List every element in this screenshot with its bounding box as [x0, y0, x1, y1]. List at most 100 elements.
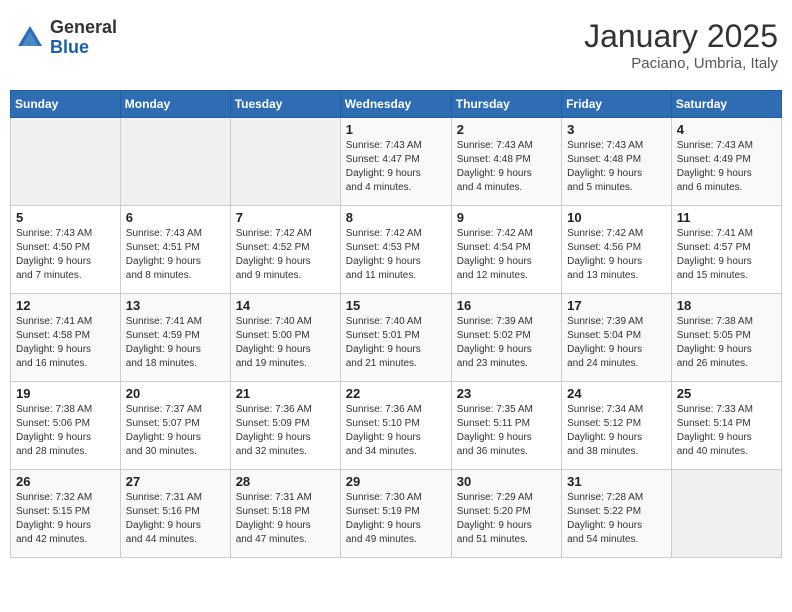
day-number: 22 — [346, 386, 446, 401]
day-number: 25 — [677, 386, 776, 401]
logo-blue-text: Blue — [50, 38, 117, 58]
day-info: Sunrise: 7:40 AM Sunset: 5:00 PM Dayligh… — [236, 315, 335, 371]
logo-text: General Blue — [50, 18, 117, 58]
weekday-header-friday: Friday — [562, 91, 672, 118]
day-info: Sunrise: 7:42 AM Sunset: 4:52 PM Dayligh… — [236, 227, 335, 283]
calendar-day-cell: 22 Sunrise: 7:36 AM Sunset: 5:10 PM Dayli… — [340, 382, 451, 470]
day-info: Sunrise: 7:43 AM Sunset: 4:50 PM Dayligh… — [16, 227, 115, 283]
day-number: 3 — [567, 122, 666, 137]
day-number: 30 — [457, 474, 556, 489]
day-info: Sunrise: 7:42 AM Sunset: 4:53 PM Dayligh… — [346, 227, 446, 283]
calendar-day-cell: 14 Sunrise: 7:40 AM Sunset: 5:00 PM Dayli… — [230, 294, 340, 382]
weekday-header-saturday: Saturday — [671, 91, 781, 118]
day-info: Sunrise: 7:28 AM Sunset: 5:22 PM Dayligh… — [567, 491, 666, 547]
calendar-day-cell: 15 Sunrise: 7:40 AM Sunset: 5:01 PM Dayli… — [340, 294, 451, 382]
day-number: 11 — [677, 210, 776, 225]
day-info: Sunrise: 7:37 AM Sunset: 5:07 PM Dayligh… — [126, 403, 225, 459]
day-number: 1 — [346, 122, 446, 137]
calendar-week-row: 19 Sunrise: 7:38 AM Sunset: 5:06 PM Dayli… — [11, 382, 782, 470]
calendar-day-cell: 8Sunrise: 7:42 AM Sunset: 4:53 PM Daylig… — [340, 206, 451, 294]
day-info: Sunrise: 7:40 AM Sunset: 5:01 PM Dayligh… — [346, 315, 446, 371]
day-info: Sunrise: 7:36 AM Sunset: 5:10 PM Dayligh… — [346, 403, 446, 459]
calendar-day-cell: 31 Sunrise: 7:28 AM Sunset: 5:22 PM Dayli… — [562, 470, 672, 558]
day-info: Sunrise: 7:39 AM Sunset: 5:04 PM Dayligh… — [567, 315, 666, 371]
day-number: 15 — [346, 298, 446, 313]
day-number: 19 — [16, 386, 115, 401]
weekday-header-wednesday: Wednesday — [340, 91, 451, 118]
day-info: Sunrise: 7:43 AM Sunset: 4:47 PM Dayligh… — [346, 139, 446, 195]
calendar-table: SundayMondayTuesdayWednesdayThursdayFrid… — [10, 90, 782, 558]
calendar-day-cell: 27 Sunrise: 7:31 AM Sunset: 5:16 PM Dayli… — [120, 470, 230, 558]
day-number: 20 — [126, 386, 225, 401]
day-info: Sunrise: 7:41 AM Sunset: 4:57 PM Dayligh… — [677, 227, 776, 283]
day-info: Sunrise: 7:41 AM Sunset: 4:58 PM Dayligh… — [16, 315, 115, 371]
empty-day-cell — [230, 118, 340, 206]
day-info: Sunrise: 7:36 AM Sunset: 5:09 PM Dayligh… — [236, 403, 335, 459]
empty-day-cell — [120, 118, 230, 206]
day-info: Sunrise: 7:43 AM Sunset: 4:48 PM Dayligh… — [457, 139, 556, 195]
day-number: 17 — [567, 298, 666, 313]
calendar-day-cell: 9 Sunrise: 7:42 AM Sunset: 4:54 PM Daylig… — [451, 206, 561, 294]
empty-day-cell — [671, 470, 781, 558]
logo: General Blue — [14, 18, 117, 58]
calendar-day-cell: 24Sunrise: 7:34 AM Sunset: 5:12 PM Dayli… — [562, 382, 672, 470]
calendar-day-cell: 26Sunrise: 7:32 AM Sunset: 5:15 PM Dayli… — [11, 470, 121, 558]
day-info: Sunrise: 7:32 AM Sunset: 5:15 PM Dayligh… — [16, 491, 115, 547]
day-info: Sunrise: 7:38 AM Sunset: 5:06 PM Dayligh… — [16, 403, 115, 459]
calendar-day-cell: 7 Sunrise: 7:42 AM Sunset: 4:52 PM Daylig… — [230, 206, 340, 294]
weekday-header-sunday: Sunday — [11, 91, 121, 118]
calendar-day-cell: 20 Sunrise: 7:37 AM Sunset: 5:07 PM Dayli… — [120, 382, 230, 470]
weekday-header-tuesday: Tuesday — [230, 91, 340, 118]
calendar-week-row: 26Sunrise: 7:32 AM Sunset: 5:15 PM Dayli… — [11, 470, 782, 558]
logo-icon — [14, 22, 46, 54]
logo-general: General — [50, 18, 117, 38]
day-number: 21 — [236, 386, 335, 401]
calendar-week-row: 1 Sunrise: 7:43 AM Sunset: 4:47 PM Daylig… — [11, 118, 782, 206]
calendar-day-cell: 12Sunrise: 7:41 AM Sunset: 4:58 PM Dayli… — [11, 294, 121, 382]
day-info: Sunrise: 7:38 AM Sunset: 5:05 PM Dayligh… — [677, 315, 776, 371]
calendar-week-row: 12Sunrise: 7:41 AM Sunset: 4:58 PM Dayli… — [11, 294, 782, 382]
day-number: 4 — [677, 122, 776, 137]
day-number: 13 — [126, 298, 225, 313]
calendar-day-cell: 2 Sunrise: 7:43 AM Sunset: 4:48 PM Daylig… — [451, 118, 561, 206]
day-number: 2 — [457, 122, 556, 137]
day-info: Sunrise: 7:43 AM Sunset: 4:49 PM Dayligh… — [677, 139, 776, 195]
day-info: Sunrise: 7:41 AM Sunset: 4:59 PM Dayligh… — [126, 315, 225, 371]
calendar-day-cell: 16Sunrise: 7:39 AM Sunset: 5:02 PM Dayli… — [451, 294, 561, 382]
day-number: 24 — [567, 386, 666, 401]
calendar-day-cell: 5 Sunrise: 7:43 AM Sunset: 4:50 PM Daylig… — [11, 206, 121, 294]
day-info: Sunrise: 7:33 AM Sunset: 5:14 PM Dayligh… — [677, 403, 776, 459]
day-number: 31 — [567, 474, 666, 489]
day-number: 9 — [457, 210, 556, 225]
month-title: January 2025 — [584, 18, 778, 55]
day-number: 14 — [236, 298, 335, 313]
day-info: Sunrise: 7:35 AM Sunset: 5:11 PM Dayligh… — [457, 403, 556, 459]
calendar-day-cell: 3Sunrise: 7:43 AM Sunset: 4:48 PM Daylig… — [562, 118, 672, 206]
calendar-day-cell: 25 Sunrise: 7:33 AM Sunset: 5:14 PM Dayli… — [671, 382, 781, 470]
calendar-day-cell: 19 Sunrise: 7:38 AM Sunset: 5:06 PM Dayli… — [11, 382, 121, 470]
day-number: 28 — [236, 474, 335, 489]
page-header: General Blue January 2025 Paciano, Umbri… — [10, 10, 782, 80]
empty-day-cell — [11, 118, 121, 206]
day-info: Sunrise: 7:31 AM Sunset: 5:16 PM Dayligh… — [126, 491, 225, 547]
day-number: 7 — [236, 210, 335, 225]
title-block: January 2025 Paciano, Umbria, Italy — [584, 18, 778, 72]
day-number: 18 — [677, 298, 776, 313]
calendar-week-row: 5 Sunrise: 7:43 AM Sunset: 4:50 PM Daylig… — [11, 206, 782, 294]
day-number: 29 — [346, 474, 446, 489]
day-info: Sunrise: 7:42 AM Sunset: 4:54 PM Dayligh… — [457, 227, 556, 283]
day-number: 10 — [567, 210, 666, 225]
calendar-day-cell: 10Sunrise: 7:42 AM Sunset: 4:56 PM Dayli… — [562, 206, 672, 294]
weekday-header-thursday: Thursday — [451, 91, 561, 118]
day-number: 27 — [126, 474, 225, 489]
calendar-day-cell: 11 Sunrise: 7:41 AM Sunset: 4:57 PM Dayli… — [671, 206, 781, 294]
day-number: 6 — [126, 210, 225, 225]
day-info: Sunrise: 7:31 AM Sunset: 5:18 PM Dayligh… — [236, 491, 335, 547]
calendar-day-cell: 28 Sunrise: 7:31 AM Sunset: 5:18 PM Dayli… — [230, 470, 340, 558]
calendar-day-cell: 30Sunrise: 7:29 AM Sunset: 5:20 PM Dayli… — [451, 470, 561, 558]
day-number: 5 — [16, 210, 115, 225]
location: Paciano, Umbria, Italy — [584, 55, 778, 72]
day-info: Sunrise: 7:39 AM Sunset: 5:02 PM Dayligh… — [457, 315, 556, 371]
calendar-day-cell: 13 Sunrise: 7:41 AM Sunset: 4:59 PM Dayli… — [120, 294, 230, 382]
day-info: Sunrise: 7:43 AM Sunset: 4:51 PM Dayligh… — [126, 227, 225, 283]
